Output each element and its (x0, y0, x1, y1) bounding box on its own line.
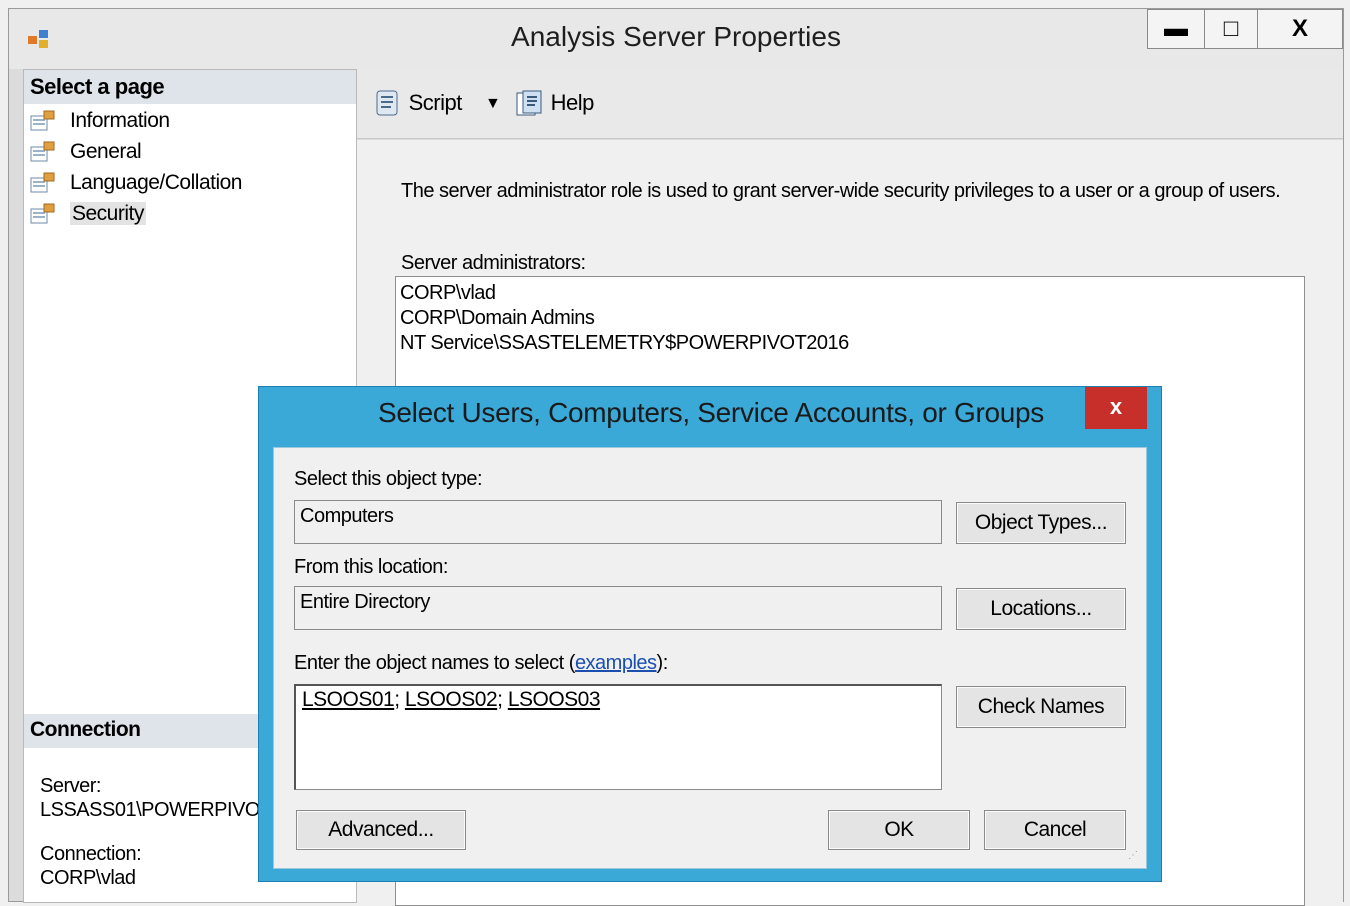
object-name: LSOOS01 (302, 688, 395, 711)
list-item[interactable]: CORP\vlad (400, 281, 1300, 306)
select-users-dialog: Select Users, Computers, Service Account… (258, 386, 1162, 882)
script-button[interactable]: Script (371, 89, 462, 119)
name-separator: ; (394, 688, 405, 711)
sidebar-item-label: Security (70, 202, 146, 225)
object-types-button[interactable]: Object Types... (956, 502, 1126, 544)
check-names-button[interactable]: Check Names (956, 686, 1126, 728)
advanced-button[interactable]: Advanced... (296, 810, 466, 850)
sidebar-item-label: General (70, 140, 142, 163)
names-label-suffix: ): (656, 652, 669, 674)
script-icon (376, 90, 398, 116)
page-icon (30, 110, 55, 131)
object-type-field: Computers (294, 500, 942, 544)
help-button[interactable]: Help (513, 89, 594, 119)
maximize-button[interactable]: □ (1204, 9, 1258, 49)
object-type-label: Select this object type: (294, 468, 483, 490)
title-bar: Analysis Server Properties ▬ □ X (9, 9, 1343, 69)
security-description: The server administrator role is used to… (401, 180, 1281, 202)
sidebar-item-label: Information (70, 109, 170, 132)
server-administrators-label: Server administrators: (401, 252, 586, 274)
sidebar-item-information[interactable]: Information (30, 106, 170, 136)
connection-label: Connection: (40, 843, 142, 865)
help-label: Help (550, 89, 595, 115)
location-label: From this location: (294, 556, 448, 578)
dialog-title: Select Users, Computers, Service Account… (378, 397, 1044, 428)
object-names-input[interactable]: LSOOS01; LSOOS02; LSOOS03 (294, 684, 942, 790)
close-button[interactable]: X (1257, 9, 1343, 49)
location-field: Entire Directory (294, 586, 942, 630)
ok-button[interactable]: OK (828, 810, 970, 850)
examples-link[interactable]: examples (575, 652, 657, 674)
locations-button[interactable]: Locations... (956, 588, 1126, 630)
connection-value: CORP\vlad (40, 867, 136, 889)
sidebar-item-label: Language/Collation (70, 171, 242, 194)
name-separator: ; (497, 688, 508, 711)
list-item[interactable]: CORP\Domain Admins (400, 306, 1300, 331)
names-label: Enter the object names to select (exampl… (294, 652, 668, 675)
script-dropdown-arrow[interactable]: ▼ (485, 95, 501, 113)
help-icon (516, 90, 542, 116)
page-icon (30, 172, 55, 193)
script-label: Script (408, 89, 463, 115)
page-icon (30, 203, 55, 224)
object-name: LSOOS03 (507, 688, 601, 711)
sidebar-item-general[interactable]: General (30, 137, 142, 167)
toolbar: Script ▼ Help (357, 69, 1343, 139)
object-name: LSOOS02 (404, 688, 498, 711)
cancel-button[interactable]: Cancel (984, 810, 1126, 850)
window-title: Analysis Server Properties (511, 21, 841, 52)
dialog-body: Select this object type: Computers Objec… (273, 447, 1147, 869)
list-item[interactable]: NT Service\SSASTELEMETRY$POWERPIVOT2016 (400, 331, 1300, 356)
page-icon (30, 141, 55, 162)
select-page-header: Select a page (24, 70, 356, 104)
minimize-button[interactable]: ▬ (1147, 9, 1205, 49)
sidebar-item-security[interactable]: Security (30, 199, 146, 229)
sidebar-item-language-collation[interactable]: Language/Collation (30, 168, 242, 198)
server-label: Server: (40, 775, 101, 797)
names-label-prefix: Enter the object names to select ( (294, 652, 575, 674)
dialog-close-button[interactable]: x (1085, 387, 1147, 429)
resize-grip-icon[interactable]: ⋰ (1128, 850, 1142, 864)
